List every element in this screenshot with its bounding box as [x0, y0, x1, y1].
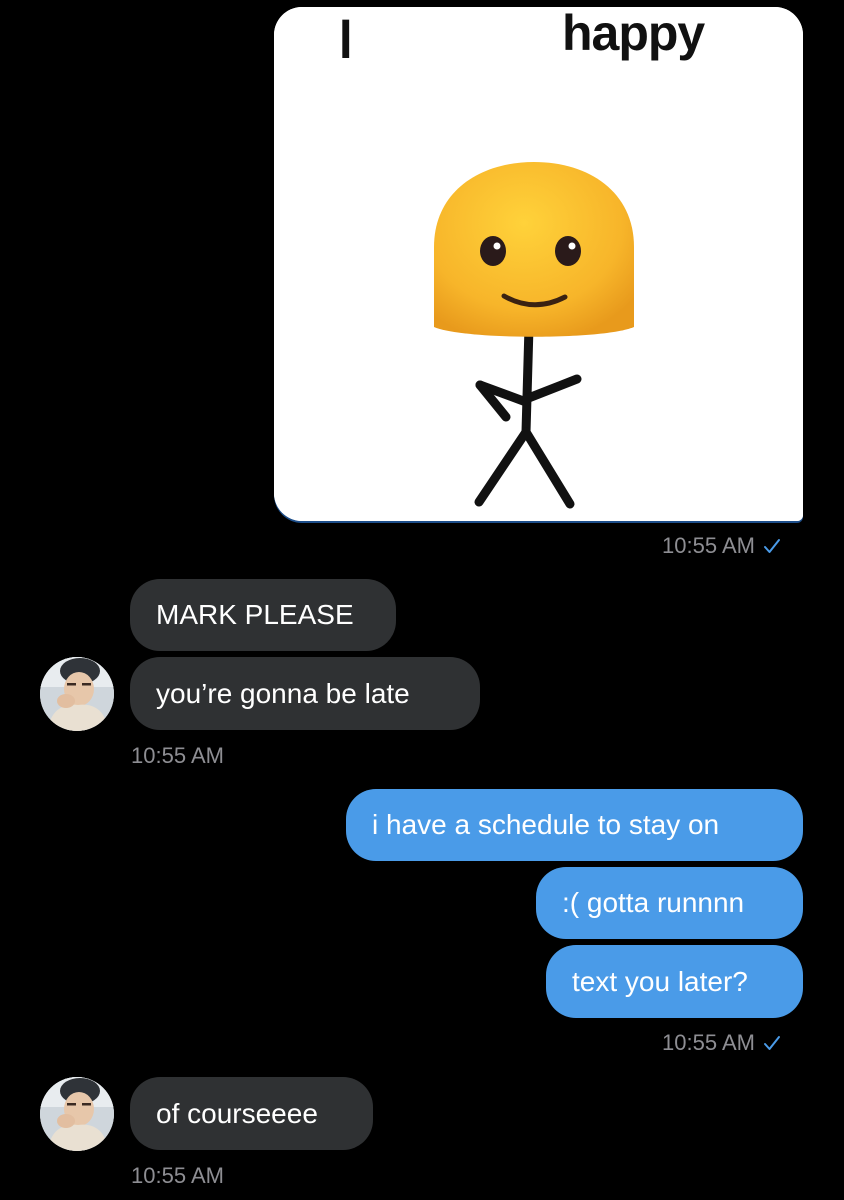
message-text: you’re gonna be late	[156, 677, 410, 709]
meme-image	[274, 7, 803, 521]
checkmark-icon	[763, 534, 781, 560]
message-text: MARK PLEASE	[156, 599, 354, 630]
avatar-photo-icon	[40, 657, 114, 731]
meme-word-i: I	[339, 7, 353, 70]
avatar[interactable]	[40, 657, 114, 731]
incoming-message-bubble[interactable]: of courseeee	[130, 1077, 373, 1150]
message-text: text you later?	[572, 965, 748, 997]
outgoing-message-bubble[interactable]: :( gotta runnnn	[536, 867, 803, 939]
outgoing-message-bubble[interactable]: text you later?	[546, 945, 803, 1018]
incoming-message-bubble[interactable]: MARK PLEASE	[130, 579, 396, 651]
incoming-message-bubble[interactable]: you’re gonna be late	[130, 657, 480, 730]
checkmark-icon	[763, 1031, 781, 1057]
timestamp-text: 10:55 AM	[131, 743, 224, 768]
incoming-group-timestamp: 10:55 AM	[131, 743, 224, 769]
timestamp-text: 10:55 AM	[662, 1030, 755, 1055]
outgoing-group-timestamp: 10:55 AM	[662, 1030, 781, 1057]
avatar[interactable]	[40, 1077, 114, 1151]
image-message-timestamp: 10:55 AM	[662, 533, 781, 560]
timestamp-text: 10:55 AM	[662, 533, 755, 558]
incoming-group-timestamp: 10:55 AM	[131, 1163, 224, 1189]
avatar-photo-icon	[40, 1077, 114, 1151]
image-message[interactable]: I happy	[274, 7, 803, 521]
message-text: :( gotta runnnn	[562, 887, 745, 918]
message-text: of courseeee	[156, 1097, 318, 1129]
timestamp-text: 10:55 AM	[131, 1163, 224, 1188]
outgoing-message-bubble[interactable]: i have a schedule to stay on	[346, 789, 803, 861]
meme-word-happy: happy	[562, 7, 705, 61]
message-text: i have a schedule to stay on	[372, 809, 720, 840]
